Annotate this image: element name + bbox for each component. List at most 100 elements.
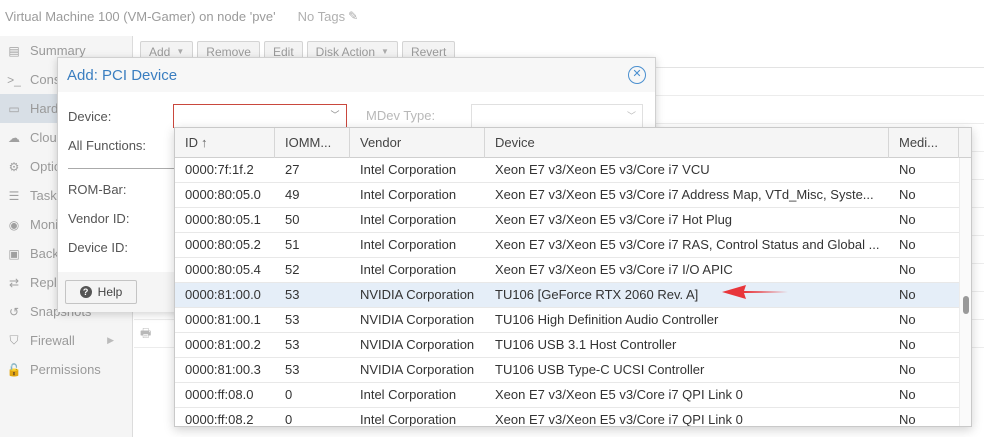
device-cell: Xeon E7 v3/Xeon E5 v3/Core i7 I/O APIC: [495, 262, 733, 277]
vendor-cell: Intel Corporation: [360, 262, 457, 277]
table-row[interactable]: 0000:80:05.2 51 Intel Corporation Xeon E7 v…: [175, 233, 959, 258]
device-cell: Xeon E7 v3/Xeon E5 v3/Core i7 VCU: [495, 162, 710, 177]
grid-header: ID ↑ IOMM... Vendor Device Medi...: [175, 128, 971, 158]
table-row[interactable]: 0000:81:00.1 53 NVIDIA Corporation TU106 Hi…: [175, 308, 959, 333]
device-cell: Xeon E7 v3/Xeon E5 v3/Core i7 QPI Link 0: [495, 387, 743, 402]
id-cell: 0000:81:00.0: [185, 287, 261, 302]
question-icon: ?: [79, 286, 92, 298]
sidebar-item-label: Permissions: [30, 362, 101, 377]
vendor-id-label: Vendor ID:: [68, 211, 130, 226]
pci-device-picker-grid: ID ↑ IOMM... Vendor Device Medi... 0000:7…: [174, 127, 972, 427]
id-cell: 0000:80:05.4: [185, 262, 261, 277]
table-row[interactable]: 0000:80:05.4 52 Intel Corporation Xeon E7 v…: [175, 258, 959, 283]
list-icon: ☰: [8, 188, 20, 203]
device-cell: Xeon E7 v3/Xeon E5 v3/Core i7 Address Ma…: [495, 187, 874, 202]
iommu-group-cell: 53: [285, 312, 300, 327]
column-header-iommu-group[interactable]: IOMM...: [275, 128, 350, 158]
grid-body: 0000:7f:1f.2 27 Intel Corporation Xeon E7 v…: [175, 158, 959, 427]
column-header-id[interactable]: ID ↑: [175, 128, 275, 158]
close-icon[interactable]: ✕: [628, 66, 646, 84]
device-combobox[interactable]: ﹀: [173, 104, 347, 128]
vm-title: Virtual Machine 100 (VM-Gamer) on node '…: [5, 8, 276, 24]
mediated-devices-cell: No: [899, 362, 916, 377]
vertical-scrollbar[interactable]: [959, 158, 971, 426]
gear-icon: ⚙: [8, 159, 20, 174]
mediated-devices-cell: No: [899, 312, 916, 327]
chevron-down-icon[interactable]: ﹀: [328, 108, 342, 122]
eye-icon: ◉: [8, 217, 20, 232]
help-button[interactable]: ? Help: [65, 280, 137, 304]
sort-ascending-icon: ↑: [201, 135, 208, 150]
vendor-cell: Intel Corporation: [360, 237, 457, 252]
book-icon: ▤: [8, 43, 20, 58]
id-cell: 0000:81:00.1: [185, 312, 261, 327]
device-cell: TU106 [GeForce RTX 2060 Rev. A]: [495, 287, 699, 302]
rom-bar-label: ROM-Bar:: [68, 182, 127, 197]
device-cell: Xeon E7 v3/Xeon E5 v3/Core i7 RAS, Contr…: [495, 237, 880, 252]
id-cell: 0000:80:05.0: [185, 187, 261, 202]
table-row[interactable]: 0000:7f:1f.2 27 Intel Corporation Xeon E7 v…: [175, 158, 959, 183]
mediated-devices-cell: No: [899, 187, 916, 202]
table-row[interactable]: 0000:ff:08.2 0 Intel Corporation Xeon E7 v3…: [175, 408, 959, 427]
id-cell: 0000:ff:08.0: [185, 387, 254, 402]
iommu-group-cell: 27: [285, 162, 300, 177]
tags-label[interactable]: No Tags: [298, 9, 345, 24]
iommu-group-cell: 0: [285, 412, 293, 427]
unlock-icon: 🔓: [6, 362, 22, 377]
table-row[interactable]: 0000:81:00.3 53 NVIDIA Corporation TU106 US…: [175, 358, 959, 383]
table-row[interactable]: 0000:ff:08.0 0 Intel Corporation Xeon E7 v3…: [175, 383, 959, 408]
chevron-down-icon: ▼: [381, 47, 389, 56]
red-arrow-icon: [722, 285, 788, 299]
mdev-type-combobox[interactable]: ﹀: [471, 104, 643, 128]
mediated-devices-cell: No: [899, 412, 916, 427]
device-cell: Xeon E7 v3/Xeon E5 v3/Core i7 QPI Link 0: [495, 412, 743, 427]
mediated-devices-cell: No: [899, 337, 916, 352]
sidebar-item-label: Firewall: [30, 333, 75, 348]
mediated-devices-cell: No: [899, 162, 916, 177]
sidebar-item-firewall[interactable]: ⛉ Firewall ▶: [0, 326, 132, 355]
pencil-icon[interactable]: ✎: [348, 9, 358, 23]
id-cell: 0000:7f:1f.2: [185, 162, 254, 177]
vendor-cell: NVIDIA Corporation: [360, 337, 475, 352]
iommu-group-cell: 51: [285, 237, 300, 252]
vendor-cell: Intel Corporation: [360, 212, 457, 227]
mediated-devices-cell: No: [899, 262, 916, 277]
chevron-down-icon[interactable]: ﹀: [627, 109, 636, 122]
monitor-icon: ▭: [8, 101, 20, 116]
table-row[interactable]: 0000:81:00.2 53 NVIDIA Corporation TU106 US…: [175, 333, 959, 358]
iommu-group-cell: 49: [285, 187, 300, 202]
mediated-devices-cell: No: [899, 287, 916, 302]
table-row[interactable]: 0000:81:00.0 53 NVIDIA Corporation TU106 [G…: [175, 283, 959, 308]
iommu-group-cell: 50: [285, 212, 300, 227]
vendor-cell: Intel Corporation: [360, 412, 457, 427]
id-cell: 0000:81:00.3: [185, 362, 261, 377]
iommu-group-cell: 53: [285, 362, 300, 377]
sidebar-item-permissions[interactable]: 🔓 Permissions: [0, 355, 132, 384]
device-id-label: Device ID:: [68, 240, 128, 255]
help-button-label: Help: [97, 285, 123, 299]
scrollbar-thumb[interactable]: [963, 296, 969, 314]
column-header-vendor[interactable]: Vendor: [350, 128, 485, 158]
all-functions-label: All Functions:: [68, 138, 147, 153]
cloud-icon: ☁: [8, 130, 20, 145]
table-row[interactable]: 0000:80:05.0 49 Intel Corporation Xeon E7 v…: [175, 183, 959, 208]
iommu-group-cell: 52: [285, 262, 300, 277]
id-cell: 0000:80:05.1: [185, 212, 261, 227]
expand-arrow-icon[interactable]: ▶: [107, 335, 114, 346]
device-cell: TU106 USB Type-C UCSI Controller: [495, 362, 705, 377]
dialog-title: Add: PCI Device: [67, 66, 178, 84]
dialog-header: Add: PCI Device: [58, 58, 655, 92]
advanced-divider: [68, 168, 178, 169]
id-cell: 0000:81:00.2: [185, 337, 261, 352]
device-cell: Xeon E7 v3/Xeon E5 v3/Core i7 Hot Plug: [495, 212, 733, 227]
table-row[interactable]: 0000:80:05.1 50 Intel Corporation Xeon E7 v…: [175, 208, 959, 233]
column-header-device[interactable]: Device: [485, 128, 889, 158]
mediated-devices-cell: No: [899, 212, 916, 227]
retweet-icon: ⇄: [8, 275, 20, 290]
column-header-mediated-devices[interactable]: Medi...: [889, 128, 959, 158]
vm-title-bar: Virtual Machine 100 (VM-Gamer) on node '…: [0, 0, 984, 32]
mdev-type-label: MDev Type:: [366, 108, 436, 123]
printer-icon: 🖶: [140, 326, 152, 340]
device-cell: TU106 High Definition Audio Controller: [495, 312, 719, 327]
iommu-group-cell: 53: [285, 337, 300, 352]
